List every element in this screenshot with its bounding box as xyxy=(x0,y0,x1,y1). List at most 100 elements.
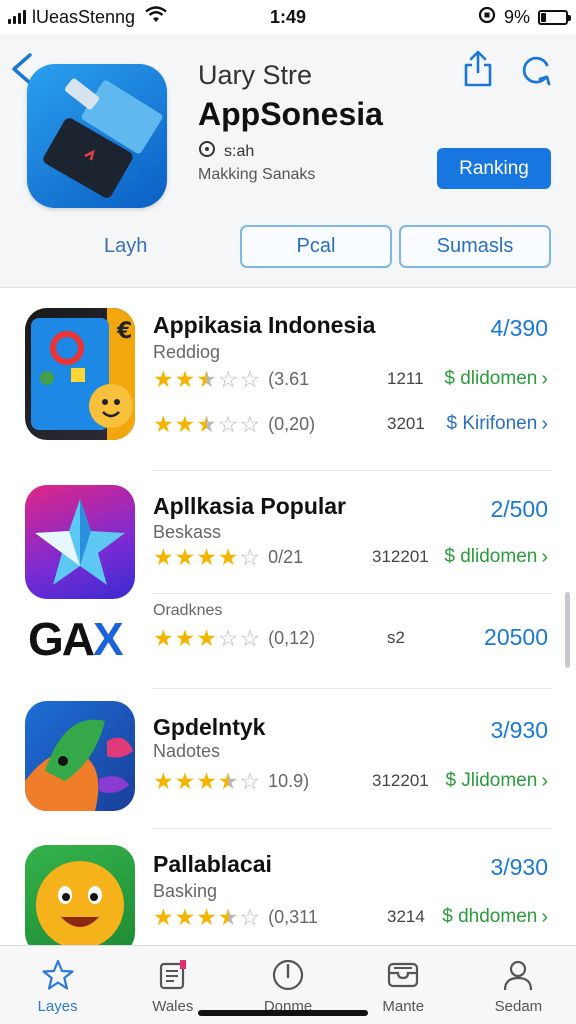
svg-text:€: € xyxy=(116,319,132,344)
tab-label: Sedam xyxy=(494,998,543,1015)
app-icon-1: € xyxy=(25,308,135,440)
orientation-lock-icon xyxy=(478,6,496,29)
star-rating: ★ ★ ★ ☆ ☆ xyxy=(153,410,261,437)
download-count: 1211 xyxy=(387,369,424,388)
app-list: € Appikasia Indonesia Reddiog 4/390 ★ ★ ★ ☆… xyxy=(0,288,576,945)
share-icon xyxy=(464,50,492,87)
star-icon xyxy=(41,959,74,990)
download-link[interactable]: $ Kirifonen › xyxy=(446,413,548,436)
star-full-icon: ★ xyxy=(196,903,217,930)
share-button[interactable] xyxy=(462,50,494,88)
download-link[interactable]: $ Jlidomen › xyxy=(445,770,548,793)
app-name: Apllkasia Popular xyxy=(153,493,347,519)
meta-text: s:ah xyxy=(224,142,255,160)
download-link-label: $ Jlidomen xyxy=(445,770,538,791)
star-empty-icon: ☆ xyxy=(239,624,261,651)
star-full-icon: ★ xyxy=(153,543,174,570)
star-full-icon: ★ xyxy=(153,410,174,437)
star-half-icon: ★ xyxy=(196,410,217,437)
star-full-icon: ★ xyxy=(196,624,217,651)
app-price[interactable]: 4/390 xyxy=(490,315,548,342)
person-icon xyxy=(504,960,533,991)
download-count: 312201 xyxy=(372,771,429,790)
list-item[interactable]: Pallablacai Basking 3/930 ★ ★ ★ ★ ☆ (0,311 3… xyxy=(0,829,576,945)
star-rating: ★ ★ ★ ★ ☆ xyxy=(153,767,261,794)
rating-count: (0,12) xyxy=(268,627,316,648)
chevron-right-icon: › xyxy=(541,412,548,435)
app-price[interactable]: 2/500 xyxy=(490,496,548,523)
star-full-icon: ★ xyxy=(153,903,174,930)
rating-line: ★ ★ ★ ★ ☆ (0,311 3214 $ dhdomen › xyxy=(153,903,548,931)
home-indicator[interactable] xyxy=(198,1010,368,1016)
star-half-icon: ★ xyxy=(217,903,239,930)
segment-button-1[interactable]: Pcal xyxy=(240,225,392,268)
star-empty-icon: ☆ xyxy=(239,410,261,437)
segment-button-2[interactable]: Sumasls xyxy=(399,225,551,268)
download-link[interactable]: $ dlidomen › xyxy=(444,546,548,569)
app-subtitle: Nadotes xyxy=(153,741,221,761)
app-icon xyxy=(27,64,167,208)
chevron-right-icon: › xyxy=(541,769,548,792)
refresh-icon xyxy=(522,56,551,86)
star-full-icon: ★ xyxy=(174,543,196,570)
rating-line: ★ ★ ★ ☆ ☆ (0,20) 3201 $ Kirifonen › xyxy=(153,410,548,438)
star-full-icon: ★ xyxy=(217,543,239,570)
filter-label[interactable]: Layh xyxy=(104,235,147,258)
app-price[interactable]: 3/930 xyxy=(490,854,548,881)
star-empty-icon: ☆ xyxy=(239,543,261,570)
tab-sedam[interactable]: Sedam xyxy=(461,946,576,1024)
app-name: Gpdelntyk xyxy=(153,714,266,740)
star-empty-icon: ☆ xyxy=(217,410,239,437)
scrollbar[interactable] xyxy=(565,592,570,668)
star-full-icon: ★ xyxy=(196,543,217,570)
rating-count: (0,20) xyxy=(268,413,316,434)
app-subtitle: Beskass xyxy=(153,522,222,542)
list-item[interactable]: Gpdelntyk Nadotes 3/930 ★ ★ ★ ★ ☆ 10.9) 3122… xyxy=(0,689,576,829)
list-item[interactable]: GAX Oradknes 20500 ★ ★ ★ ☆ ☆ (0,12) s2 xyxy=(0,594,576,689)
download-count: 3214 xyxy=(387,907,425,926)
download-link-label: $ dlidomen xyxy=(444,546,538,567)
refresh-button[interactable] xyxy=(518,52,554,88)
star-full-icon: ★ xyxy=(174,767,196,794)
rating-line: ★ ★ ★ ★ ☆ 10.9) 312201 $ Jlidomen › xyxy=(153,767,548,795)
meta-subtext: Makking Sanaks xyxy=(198,166,316,183)
ranking-button[interactable]: Ranking xyxy=(437,148,551,189)
star-full-icon: ★ xyxy=(174,410,196,437)
meta-row: s:ah xyxy=(198,140,254,163)
star-full-icon: ★ xyxy=(153,767,174,794)
app-price[interactable]: 3/930 xyxy=(490,717,548,744)
compass-icon xyxy=(272,959,304,991)
tab-layes[interactable]: Layes xyxy=(0,946,115,1024)
app-price[interactable]: 20500 xyxy=(484,624,548,651)
tab-label: Mante xyxy=(382,998,425,1015)
star-rating: ★ ★ ★ ★ ☆ xyxy=(153,903,260,930)
star-empty-icon: ☆ xyxy=(239,365,261,392)
signal-icon xyxy=(8,10,26,24)
carrier-label: lUeasStenng xyxy=(32,6,136,27)
app-subtitle: Reddiog xyxy=(153,342,221,362)
tray-icon xyxy=(388,962,419,988)
download-count: 312201 xyxy=(372,547,429,566)
clock-icon xyxy=(198,140,216,163)
app-icon-5 xyxy=(25,845,135,945)
download-link[interactable]: $ dhdomen › xyxy=(442,906,548,929)
star-full-icon: ★ xyxy=(196,767,217,794)
download-count: s2 xyxy=(387,628,405,647)
chevron-right-icon: › xyxy=(541,545,548,568)
app-icon-4 xyxy=(25,701,135,811)
battery-percent: 9% xyxy=(503,6,530,27)
store-header: Uary Stre AppSonesia s:ah Makking Sanaks… xyxy=(0,34,576,288)
app-subtitle: Basking xyxy=(153,881,218,901)
rating-line: ★ ★ ★ ☆ ☆ (3.61 1211 $ dlidomen › xyxy=(153,365,548,393)
download-link-label: $ Kirifonen xyxy=(446,413,538,434)
rating-count: 10.9) xyxy=(268,770,310,791)
star-empty-icon: ☆ xyxy=(217,624,239,651)
download-link[interactable]: $ dlidomen › xyxy=(444,368,548,391)
list-item[interactable]: Apllkasia Popular Beskass 2/500 ★ ★ ★ ★ ☆ 0/… xyxy=(0,471,576,599)
battery-icon xyxy=(538,9,571,25)
list-item[interactable]: € Appikasia Indonesia Reddiog 4/390 ★ ★ ★ ☆… xyxy=(0,288,576,471)
wifi-icon xyxy=(145,5,167,29)
app-icon-2 xyxy=(25,485,135,599)
chevron-right-icon: › xyxy=(541,905,548,928)
star-empty-icon: ☆ xyxy=(239,767,261,794)
